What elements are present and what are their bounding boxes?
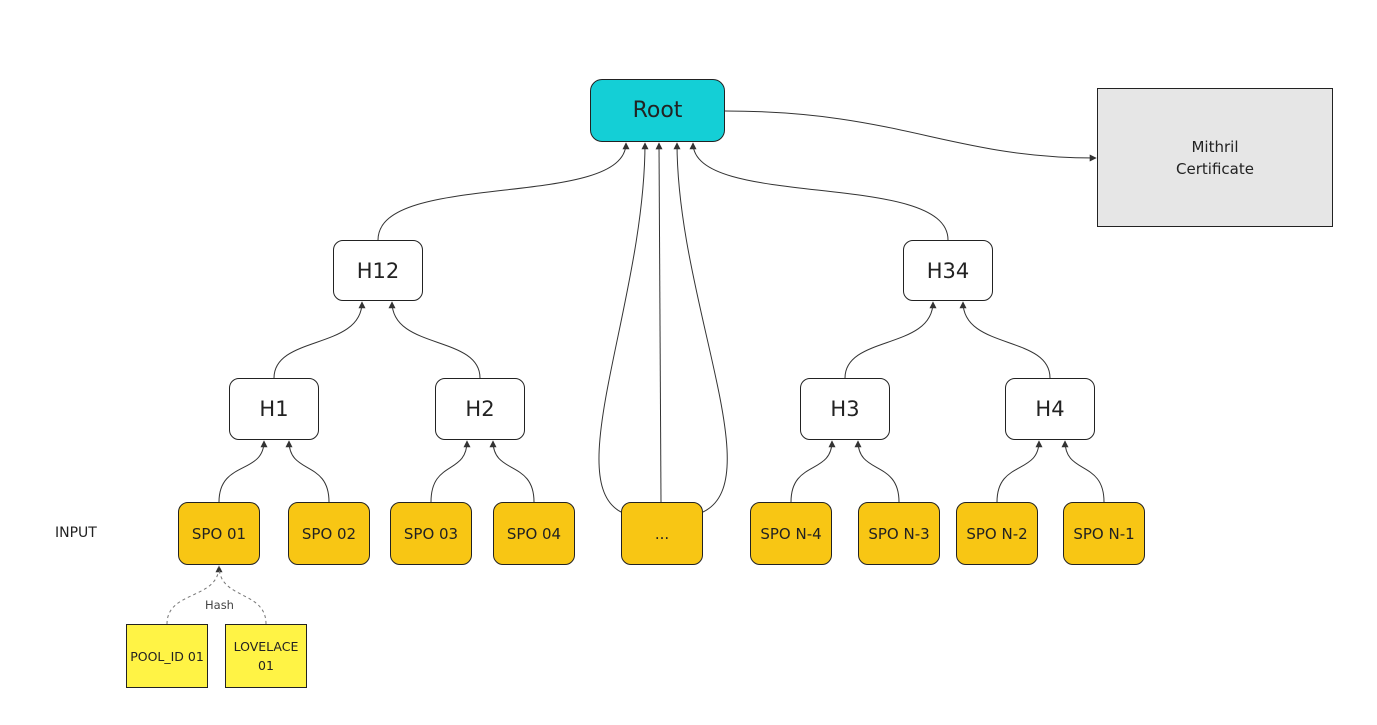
spo-node[interactable]: SPO 01	[178, 502, 260, 565]
edge-h1-h12	[273, 301, 366, 379]
mithril-certificate-node[interactable]: Mithril Certificate	[1097, 88, 1333, 227]
edge-spon3-h3	[854, 440, 900, 503]
node-label: SPO 02	[301, 524, 357, 543]
certificate-label-line1: Mithril	[1191, 137, 1239, 156]
node-label: H1	[259, 397, 289, 421]
node-label: POOL_ID 01	[130, 648, 204, 664]
spo-node[interactable]: SPO N-2	[956, 502, 1038, 565]
spo-node[interactable]: SPO N-3	[858, 502, 940, 565]
edge-spon2-h4	[996, 440, 1043, 503]
ellipsis-node[interactable]: ...	[621, 502, 703, 565]
edge-spo04-h2	[489, 440, 535, 503]
certificate-label-line2: Certificate	[1176, 159, 1254, 178]
node-label: H12	[356, 258, 400, 283]
node-label: H3	[830, 397, 860, 421]
node-label: SPO N-2	[966, 524, 1028, 543]
spo-node[interactable]: SPO N-4	[750, 502, 832, 565]
edge-h2-h12	[388, 301, 481, 379]
node-label: SPO 04	[506, 524, 562, 543]
hash-edge-label: Hash	[203, 598, 236, 612]
edge-spo02-h1	[285, 440, 330, 503]
edge-spon4-h3	[790, 440, 836, 503]
edge-spo03-h2	[430, 440, 471, 503]
root-node[interactable]: Root	[590, 79, 725, 142]
node-label: SPO N-1	[1073, 524, 1135, 543]
node-label: SPO 01	[191, 524, 247, 543]
edge-h3-h34	[844, 301, 937, 379]
h4-node[interactable]: H4	[1005, 378, 1095, 440]
node-label: ...	[654, 524, 670, 543]
edge-lovelace-spo01	[218, 565, 267, 625]
h12-node[interactable]: H12	[333, 240, 423, 301]
node-label: H34	[926, 258, 970, 283]
h3-node[interactable]: H3	[800, 378, 890, 440]
edge-ellipsis-mid-root	[655, 142, 663, 503]
spo-node[interactable]: SPO 03	[390, 502, 472, 565]
node-label: SPO N-4	[760, 524, 822, 543]
node-label: SPO 03	[403, 524, 459, 543]
node-label: SPO N-3	[868, 524, 930, 543]
node-label: H2	[465, 397, 495, 421]
spo-node[interactable]: SPO 04	[493, 502, 575, 565]
root-label: Root	[632, 98, 683, 123]
spo-node[interactable]: SPO N-1	[1063, 502, 1145, 565]
node-label-line2: 01	[258, 658, 274, 673]
edge-root-certificate	[724, 110, 1097, 162]
pool-id-node[interactable]: POOL_ID 01	[126, 624, 208, 688]
edge-ellipsis-left-root	[598, 142, 649, 513]
edge-ellipsis-right-root	[673, 142, 728, 513]
edge-spo01-h1	[218, 440, 268, 503]
edge-h12-root	[377, 142, 630, 241]
spo-node[interactable]: SPO 02	[288, 502, 370, 565]
edge-spon1-h4	[1061, 440, 1105, 503]
h34-node[interactable]: H34	[903, 240, 993, 301]
edge-poolid-spo01	[166, 565, 223, 625]
h2-node[interactable]: H2	[435, 378, 525, 440]
lovelace-node[interactable]: LOVELACE 01	[225, 624, 307, 688]
node-label-line1: LOVELACE	[233, 639, 299, 654]
node-label: H4	[1035, 397, 1065, 421]
h1-node[interactable]: H1	[229, 378, 319, 440]
edge-h34-root	[689, 142, 949, 241]
edge-h4-h34	[959, 301, 1051, 379]
input-row-label: INPUT	[55, 525, 97, 541]
